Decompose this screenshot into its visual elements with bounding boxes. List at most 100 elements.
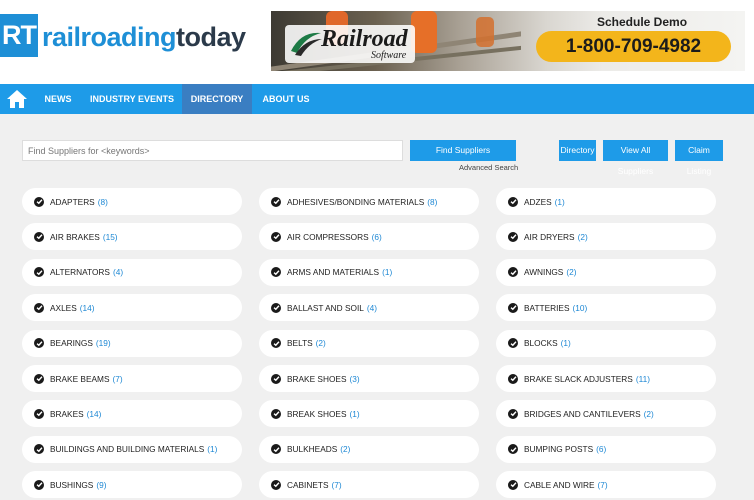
- category-count: (7): [597, 479, 608, 490]
- category-count: (2): [643, 408, 654, 419]
- category-count: (6): [596, 444, 607, 455]
- nav-news[interactable]: NEWS: [37, 84, 79, 114]
- category-count: (1): [349, 408, 360, 419]
- category-name: BRAKE SLACK ADJUSTERS: [524, 373, 633, 384]
- category-item[interactable]: BRIDGES AND CANTILEVERS (2): [496, 400, 716, 428]
- category-item[interactable]: BUMPING POSTS (6): [496, 435, 716, 463]
- category-item[interactable]: ADZES (1): [496, 188, 716, 215]
- category-name: BEARINGS: [50, 338, 93, 349]
- category-name: AIR COMPRESSORS: [287, 231, 369, 242]
- category-count: (2): [340, 444, 351, 455]
- category-name: AIR DRYERS: [524, 231, 575, 242]
- category-name: AIR BRAKES: [50, 231, 100, 242]
- category-name: CABLE AND WIRE: [524, 479, 595, 490]
- logo-word-a: railroading: [42, 22, 177, 52]
- category-item[interactable]: CABINETS (7): [259, 471, 479, 499]
- nav-industry-events[interactable]: INDUSTRY EVENTS: [87, 84, 177, 114]
- category-name: ADHESIVES/BONDING MATERIALS: [287, 196, 425, 207]
- ad-banner[interactable]: Railroad Software Schedule Demo 1-800-70…: [271, 11, 745, 71]
- check-circle-icon: [34, 444, 44, 455]
- category-name: BALLAST AND SOIL: [287, 302, 364, 313]
- category-item[interactable]: ALTERNATORS (4): [22, 258, 242, 286]
- category-count: (1): [560, 338, 571, 349]
- category-name: BRIDGES AND CANTILEVERS: [524, 408, 641, 419]
- check-circle-icon: [508, 231, 518, 242]
- category-item[interactable]: AIR BRAKES (15): [22, 223, 242, 251]
- category-item[interactable]: BLOCKS (1): [496, 329, 716, 357]
- category-count: (8): [427, 196, 438, 207]
- check-circle-icon: [271, 302, 281, 313]
- category-item[interactable]: AWNINGS (2): [496, 258, 716, 286]
- directory-main: Find Suppliers Advanced Search Directory…: [0, 114, 754, 500]
- site-logo[interactable]: railroadingtoday: [42, 20, 246, 54]
- category-item[interactable]: AXLES (14): [22, 294, 242, 322]
- check-circle-icon: [271, 444, 281, 455]
- category-item[interactable]: ADHESIVES/BONDING MATERIALS (8): [259, 188, 479, 215]
- category-name: CABINETS: [287, 479, 329, 490]
- category-item[interactable]: BEARINGS (19): [22, 329, 242, 357]
- check-circle-icon: [34, 479, 44, 490]
- category-item[interactable]: ADAPTERS (8): [22, 188, 242, 215]
- category-item[interactable]: BUSHINGS (9): [22, 471, 242, 499]
- check-circle-icon: [508, 479, 518, 490]
- view-all-suppliers-button[interactable]: View All Suppliers: [603, 140, 668, 176]
- banner-phone-button[interactable]: 1-800-709-4982: [536, 31, 731, 62]
- category-name: ARMS AND MATERIALS: [287, 267, 380, 278]
- check-circle-icon: [508, 338, 518, 349]
- check-circle-icon: [271, 408, 281, 419]
- category-name: BREAK SHOES: [287, 408, 347, 419]
- category-name: BULKHEADS: [287, 444, 338, 455]
- category-item[interactable]: BUILDINGS AND BUILDING MATERIALS (1): [22, 435, 242, 463]
- check-circle-icon: [271, 196, 281, 207]
- category-item[interactable]: BATTERIES (10): [496, 294, 716, 322]
- directory-button[interactable]: Directory: [559, 140, 596, 161]
- check-circle-icon: [34, 231, 44, 242]
- check-circle-icon: [271, 373, 281, 384]
- category-name: ADZES: [524, 196, 552, 207]
- category-item[interactable]: AIR DRYERS (2): [496, 223, 716, 251]
- claim-listing-button[interactable]: Claim Listing: [675, 140, 723, 176]
- banner-brand-sub: Software: [371, 50, 407, 61]
- logo-word-b: today: [176, 22, 246, 52]
- check-circle-icon: [34, 267, 44, 278]
- swoosh-icon: [291, 32, 322, 56]
- category-item[interactable]: BALLAST AND SOIL (4): [259, 294, 479, 322]
- banner-worker-figure: [476, 17, 494, 47]
- find-suppliers-button[interactable]: Find Suppliers: [410, 140, 516, 161]
- category-item[interactable]: BULKHEADS (2): [259, 435, 479, 463]
- advanced-search-link[interactable]: Advanced Search: [459, 163, 518, 172]
- category-count: (19): [95, 338, 111, 349]
- logo-mark[interactable]: RT: [0, 14, 38, 57]
- category-item[interactable]: ARMS AND MATERIALS (1): [259, 258, 479, 286]
- category-item[interactable]: BREAK SHOES (1): [259, 400, 479, 428]
- check-circle-icon: [508, 408, 518, 419]
- category-count: (11): [635, 373, 650, 384]
- category-item[interactable]: BRAKE SHOES (3): [259, 365, 479, 392]
- category-item[interactable]: BRAKE SLACK ADJUSTERS (11): [496, 365, 716, 392]
- category-name: ADAPTERS: [50, 196, 95, 207]
- home-icon[interactable]: [6, 88, 28, 110]
- category-count: (9): [96, 479, 107, 490]
- check-circle-icon: [34, 302, 44, 313]
- banner-cta: Schedule Demo: [597, 15, 688, 29]
- search-input[interactable]: [22, 140, 403, 161]
- category-item[interactable]: BRAKE BEAMS (7): [22, 365, 242, 392]
- nav-directory[interactable]: DIRECTORY: [182, 84, 252, 114]
- category-item[interactable]: CABLE AND WIRE (7): [496, 471, 716, 499]
- category-count: (4): [366, 302, 377, 313]
- category-name: BLOCKS: [524, 338, 558, 349]
- check-circle-icon: [508, 302, 518, 313]
- category-name: ALTERNATORS: [50, 267, 110, 278]
- category-item[interactable]: AIR COMPRESSORS (6): [259, 223, 479, 251]
- category-name: BELTS: [287, 338, 313, 349]
- category-item[interactable]: BELTS (2): [259, 329, 479, 357]
- banner-brand: Railroad: [321, 26, 408, 52]
- category-count: (1): [207, 444, 218, 455]
- nav-about-us[interactable]: ABOUT US: [258, 84, 314, 114]
- category-count: (1): [382, 267, 393, 278]
- category-count: (1): [554, 196, 565, 207]
- check-circle-icon: [508, 267, 518, 278]
- category-item[interactable]: BRAKES (14): [22, 400, 242, 428]
- category-name: BUSHINGS: [50, 479, 94, 490]
- category-count: (2): [315, 338, 326, 349]
